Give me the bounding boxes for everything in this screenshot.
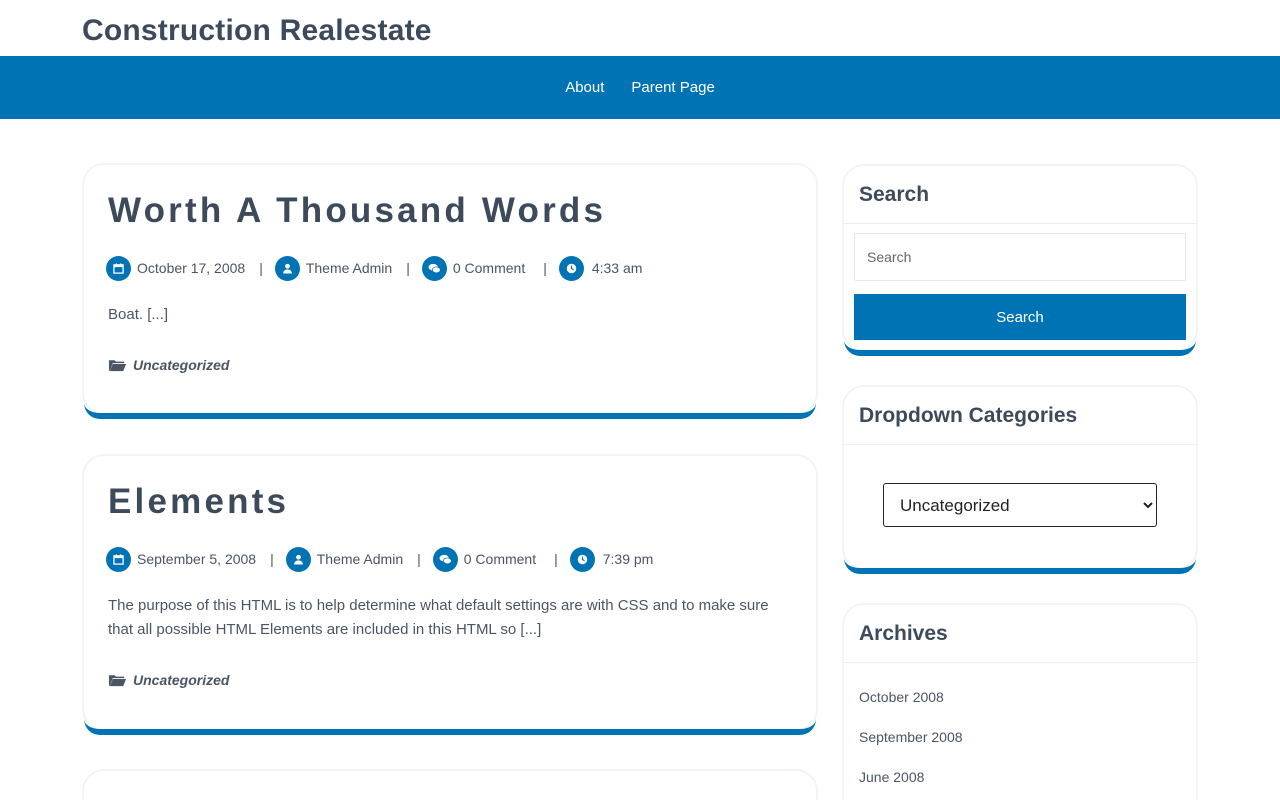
nav-item-parent-page[interactable]: Parent Page	[631, 79, 714, 96]
archive-link-september-2008[interactable]: September 2008	[859, 729, 963, 745]
post-date-text[interactable]: October 17, 2008	[137, 260, 245, 276]
post-date-text[interactable]: September 5, 2008	[137, 551, 256, 567]
archive-link-june-2008[interactable]: June 2008	[859, 769, 924, 785]
meta-separator: |	[417, 551, 421, 567]
post-excerpt: Boat. [...]	[108, 306, 169, 323]
clock-icon	[569, 546, 595, 572]
post-meta: September 5, 2008 | Theme Admin | 0 Comm…	[106, 545, 653, 573]
calendar-icon	[106, 546, 131, 572]
post-date: October 17, 2008	[106, 255, 245, 281]
post-excerpt: The purpose of this HTML is to help dete…	[108, 597, 769, 638]
post-date: September 5, 2008	[106, 546, 256, 572]
post-comments: 0 Comment	[432, 546, 536, 572]
post-title[interactable]: Elements	[108, 482, 289, 522]
post-author-text[interactable]: Theme Admin	[317, 551, 403, 567]
post-category-link[interactable]: Uncategorized	[133, 357, 229, 373]
categories-widget: Dropdown Categories Uncategorized	[842, 385, 1198, 574]
nav-item-about[interactable]: About	[565, 79, 604, 96]
post-comments-text[interactable]: 0 Comment	[464, 551, 536, 567]
post-time: 4:33 am	[558, 255, 643, 281]
main-navigation: About Parent Page	[0, 56, 1280, 119]
post-categories: Uncategorized	[108, 357, 229, 373]
post-card: Worth A Thousand Words October 17, 2008 …	[82, 163, 818, 419]
search-button[interactable]: Search	[854, 294, 1186, 340]
post-time-text: 4:33 am	[591, 260, 643, 276]
clock-icon	[558, 255, 584, 281]
archives-widget: Archives October 2008 September 2008 Jun…	[842, 603, 1198, 800]
post-category-link[interactable]: Uncategorized	[133, 672, 229, 688]
post-author: Theme Admin	[285, 546, 403, 572]
post-meta: October 17, 2008 | Theme Admin | 0 Comme…	[106, 254, 642, 282]
meta-separator: |	[554, 551, 558, 567]
post-author-text[interactable]: Theme Admin	[306, 260, 392, 276]
post-title[interactable]: Worth A Thousand Words	[108, 191, 606, 231]
meta-separator: |	[270, 551, 274, 567]
post-card: Elements September 5, 2008 | Theme Admin…	[82, 454, 818, 735]
comments-icon	[421, 255, 447, 281]
meta-separator: |	[543, 260, 547, 276]
archive-link-october-2008[interactable]: October 2008	[859, 689, 944, 705]
meta-separator: |	[259, 260, 263, 276]
post-comments: 0 Comment	[421, 255, 525, 281]
widget-divider	[844, 662, 1196, 663]
widget-divider	[844, 444, 1196, 445]
widget-title: Archives	[859, 622, 948, 645]
folder-icon	[108, 358, 127, 372]
post-time: 7:39 pm	[569, 546, 654, 572]
site-title[interactable]: Construction Realestate	[82, 14, 432, 48]
widget-title: Dropdown Categories	[859, 404, 1078, 427]
post-time-text: 7:39 pm	[602, 551, 654, 567]
comments-icon	[432, 546, 458, 572]
category-dropdown[interactable]: Uncategorized	[883, 483, 1157, 527]
post-author: Theme Admin	[274, 255, 392, 281]
widget-divider	[844, 223, 1196, 224]
meta-separator: |	[406, 260, 410, 276]
search-widget: Search Search	[842, 164, 1198, 356]
widget-title: Search	[859, 183, 930, 206]
calendar-icon	[106, 255, 131, 281]
site-header: Construction Realestate	[0, 0, 1280, 56]
folder-icon	[108, 673, 127, 687]
user-icon	[274, 255, 300, 281]
post-card	[82, 769, 818, 800]
post-comments-text[interactable]: 0 Comment	[453, 260, 525, 276]
search-input[interactable]	[854, 233, 1186, 281]
user-icon	[285, 546, 311, 572]
post-categories: Uncategorized	[108, 672, 229, 688]
